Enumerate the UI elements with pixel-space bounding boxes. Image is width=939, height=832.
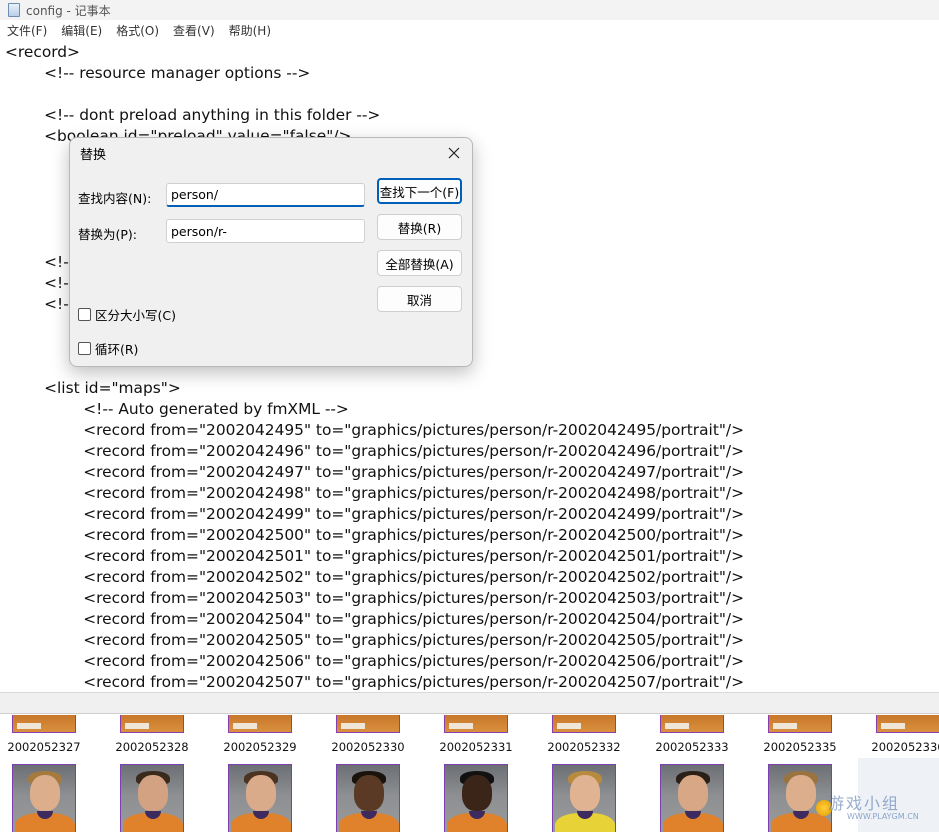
thumbnail-caption[interactable]: 2002052332 [530,740,638,754]
explorer-thumbnails: 2002052327 2002052328 2002052329 2002052330… [0,714,939,832]
thumbnail-image[interactable] [660,715,724,733]
thumbnail-strip [557,723,581,729]
editor-line: <list id="maps"> [5,379,181,397]
editor-line: <record from="2002042502" to="graphics/p… [5,568,745,586]
replace-button[interactable]: 替换(R) [377,214,462,240]
photo-face [246,775,276,811]
player-photo[interactable] [768,764,832,832]
thumbnail-caption[interactable]: 2002052333 [638,740,746,754]
editor-line: <record from="2002042504" to="graphics/p… [5,610,745,628]
watermark-text: 游戏小组 [828,794,901,813]
wrap-checkbox[interactable]: 循环(R) [78,339,138,358]
watermark-url: WWW.PLAYGM.CN [847,812,919,821]
find-next-button[interactable]: 查找下一个(F) [377,178,462,204]
wrap-box[interactable] [78,342,91,355]
player-photo[interactable] [120,764,184,832]
editor-line: <record from="2002042505" to="graphics/p… [5,631,745,649]
thumbnail-image[interactable] [876,715,939,733]
photo-face [570,775,600,811]
thumbnail-image[interactable] [444,715,508,733]
thumbnail-caption[interactable]: 2002052327 [0,740,98,754]
find-label: 查找内容(N): [78,191,152,206]
player-photo[interactable] [552,764,616,832]
photo-face [30,775,60,811]
thumbnail-image[interactable] [552,715,616,733]
thumbnail-image[interactable] [768,715,832,733]
thumbnail-strip [125,723,149,729]
editor-line: <record from="2002042496" to="graphics/p… [5,442,745,460]
menu-file[interactable]: 文件(F) [0,20,54,42]
menu-bar: 文件(F) 编辑(E) 格式(O) 查看(V) 帮助(H) [0,20,939,42]
thumbnail-strip [449,723,473,729]
replace-dialog: 替换 查找内容(N): 替换为(P): 查找下一个(F) 替换(R) 全部替换(… [69,137,473,367]
editor-line: <record> [5,43,80,61]
editor-line: <record from="2002042506" to="graphics/p… [5,652,745,670]
thumbnail-caption[interactable]: 2002052328 [98,740,206,754]
photo-face [678,775,708,811]
thumbnail-caption[interactable]: 2002052329 [206,740,314,754]
menu-format[interactable]: 格式(O) [109,20,166,42]
photo-face [138,775,168,811]
editor-line: <record from="2002042495" to="graphics/p… [5,421,745,439]
editor-line: <record from="2002042499" to="graphics/p… [5,505,745,523]
player-photo[interactable] [336,764,400,832]
replace-input[interactable] [166,219,365,243]
match-case-checkbox[interactable]: 区分大小写(C) [78,305,176,324]
close-icon[interactable] [442,142,466,164]
thumbnail-strip [233,723,257,729]
wrap-label: 循环(R) [95,342,139,357]
thumbnail-image[interactable] [228,715,292,733]
menu-help[interactable]: 帮助(H) [222,20,278,42]
editor-line: <record from="2002042500" to="graphics/p… [5,526,745,544]
editor-line: <record from="2002042498" to="graphics/p… [5,484,745,502]
match-case-box[interactable] [78,308,91,321]
window-bottom-edge [0,692,939,714]
notepad-icon [8,3,20,17]
menu-edit[interactable]: 编辑(E) [54,20,109,42]
thumbnail-caption[interactable]: 2002052331 [422,740,530,754]
thumbnail-strip [665,723,689,729]
title-bar: config - 记事本 [0,0,939,20]
player-photo[interactable] [228,764,292,832]
editor-line: <record from="2002042501" to="graphics/p… [5,547,745,565]
match-case-label: 区分大小写(C) [95,308,176,323]
replace-label: 替换为(P): [78,227,138,242]
editor-line: <!-- dont preload anything in this folde… [5,106,381,124]
photo-face [786,775,816,811]
cancel-button[interactable]: 取消 [377,286,462,312]
find-input[interactable] [166,183,365,207]
photo-face [462,775,492,811]
editor-line: <record from="2002042507" to="graphics/p… [5,673,745,691]
photo-face [354,775,384,811]
replace-all-button[interactable]: 全部替换(A) [377,250,462,276]
thumbnail-image[interactable] [12,715,76,733]
window-title: config - 记事本 [26,3,111,18]
menu-view[interactable]: 查看(V) [166,20,222,42]
player-photo[interactable] [12,764,76,832]
thumbnail-strip [341,723,365,729]
editor-line: <!-- Auto generated by fmXML --> [5,400,349,418]
editor-line: <!-- resource manager options --> [5,64,311,82]
thumbnail-caption[interactable]: 2002052335 [746,740,854,754]
thumbnail-strip [17,723,41,729]
dialog-title: 替换 [80,148,107,163]
thumbnail-caption[interactable]: 2002052336 [854,740,939,754]
thumbnail-image[interactable] [336,715,400,733]
editor-line: <record from="2002042503" to="graphics/p… [5,589,745,607]
player-photo[interactable] [660,764,724,832]
editor-line: <record from="2002042497" to="graphics/p… [5,463,745,481]
thumbnail-strip [773,723,797,729]
thumbnail-caption[interactable]: 2002052330 [314,740,422,754]
thumbnail-image[interactable] [120,715,184,733]
thumbnail-strip [881,723,905,729]
player-photo[interactable] [444,764,508,832]
